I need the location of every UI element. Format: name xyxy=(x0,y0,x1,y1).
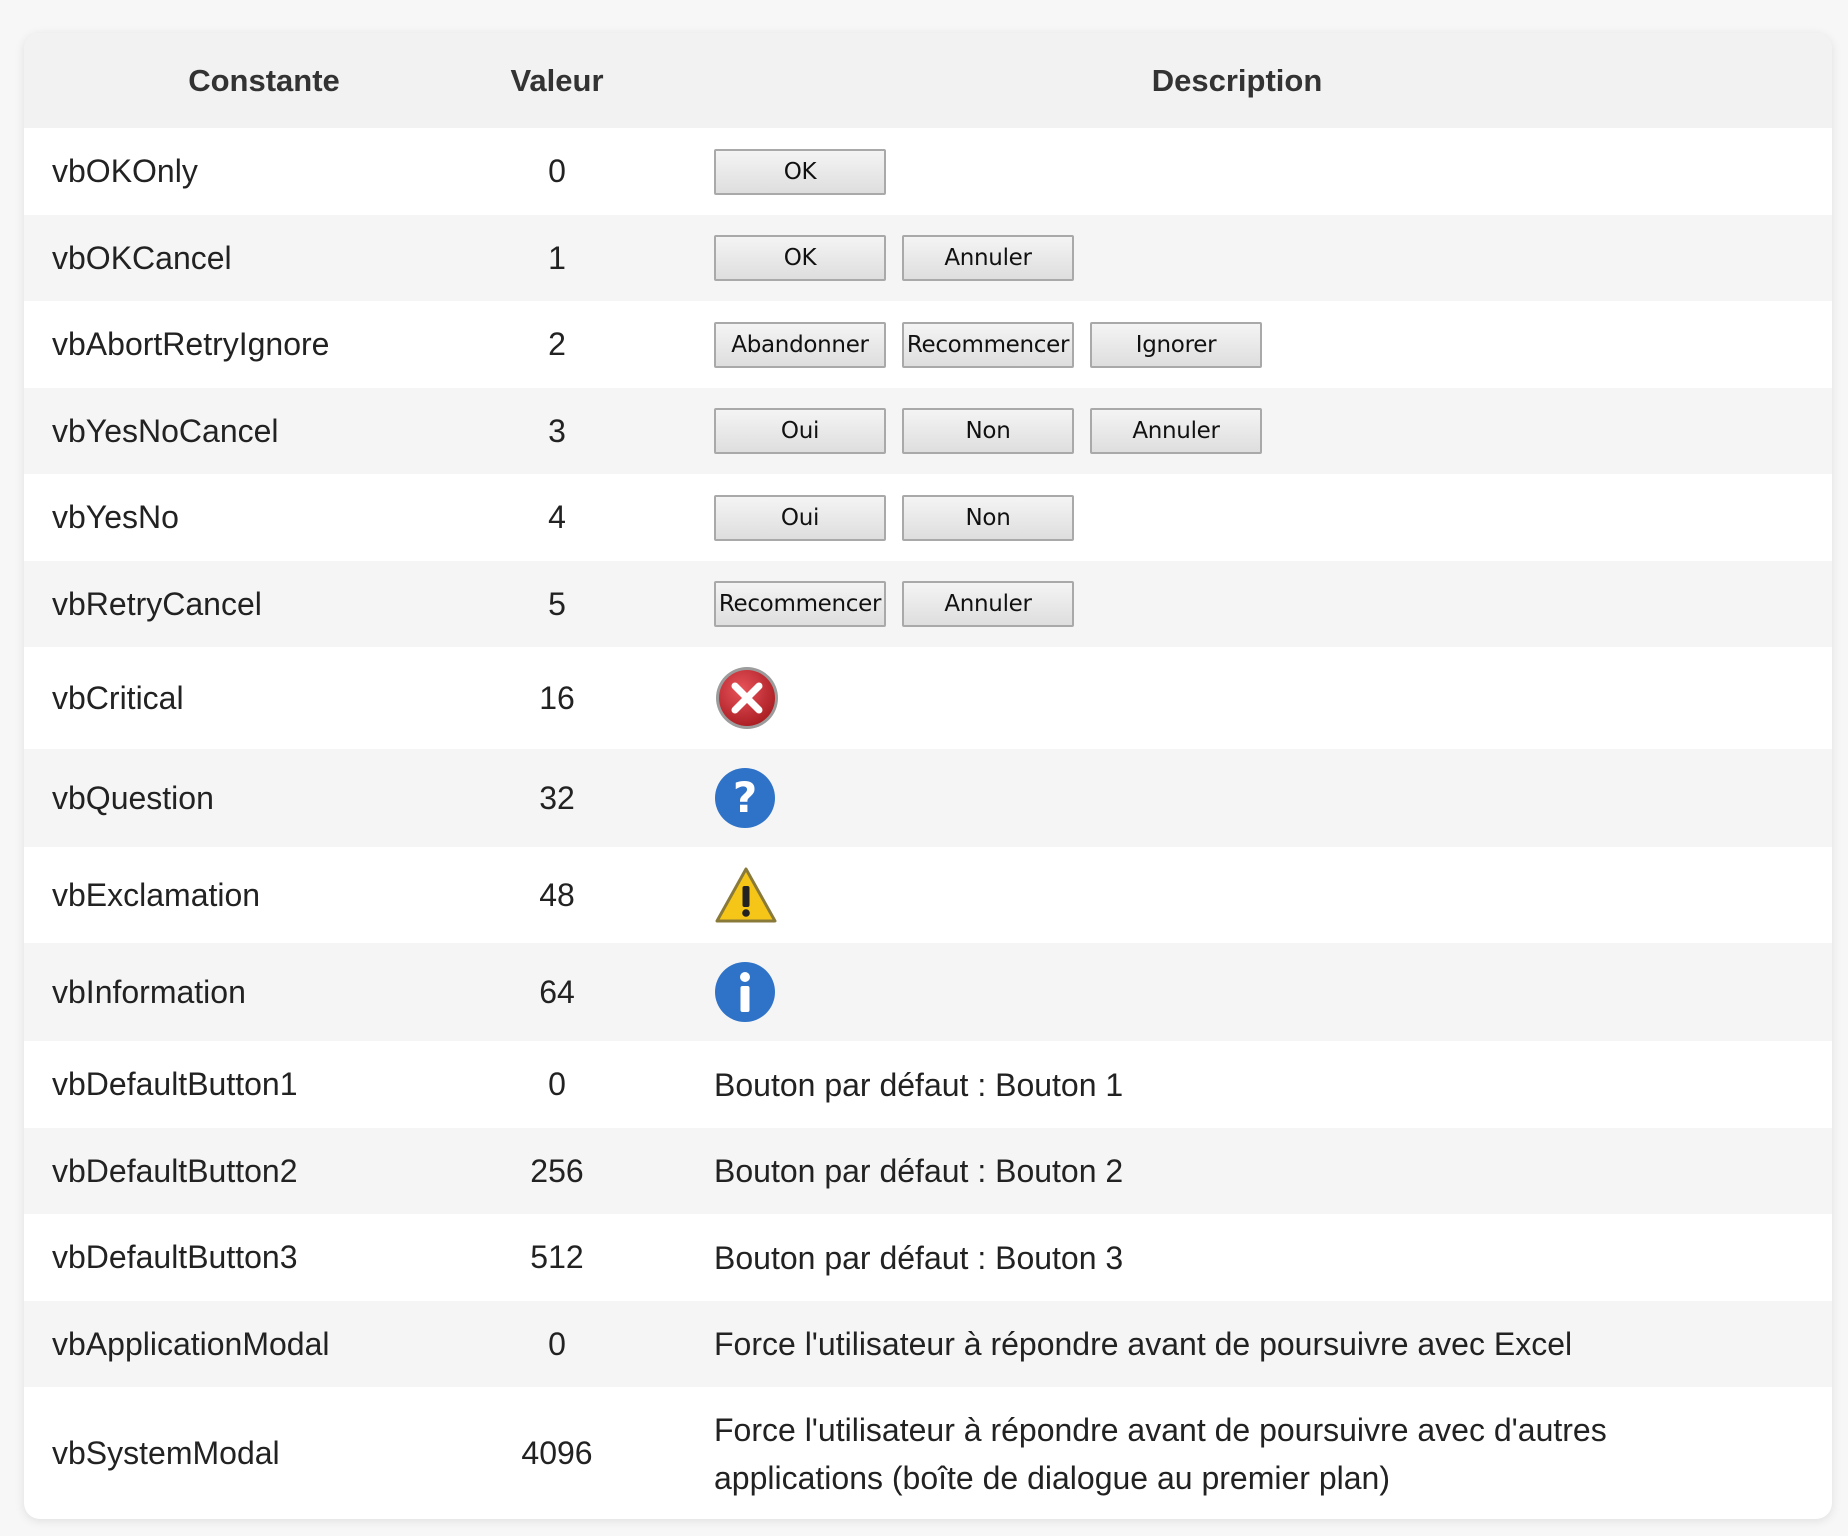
constant-value: 2 xyxy=(548,326,566,362)
table-row: vbDefaultButton1 0 Bouton par défaut : B… xyxy=(24,1041,1832,1128)
constant-value: 0 xyxy=(548,1066,566,1102)
constant-value: 0 xyxy=(548,153,566,189)
constant-name: vbRetryCancel xyxy=(52,585,262,622)
constant-value: 4 xyxy=(548,499,566,535)
table-row: vbCritical 16 xyxy=(24,647,1832,749)
constant-name: vbOKOnly xyxy=(52,153,198,189)
constant-name: vbCritical xyxy=(52,679,184,716)
table-row: vbApplicationModal 0 Force l'utilisateur… xyxy=(24,1301,1832,1387)
constants-table: Constante Valeur Description vbOKOnly 0 … xyxy=(24,33,1832,1519)
header-value: Valeur xyxy=(510,62,604,98)
table-row: vbYesNo 4 Oui Non xyxy=(24,474,1832,561)
constant-value: 32 xyxy=(539,779,575,816)
table-row: vbExclamation 48 xyxy=(24,847,1832,943)
cancel-button: Annuler xyxy=(902,235,1074,281)
table-row: vbDefaultButton3 512 Bouton par défaut :… xyxy=(24,1214,1832,1301)
description: Force l'utilisateur à répondre avant de … xyxy=(714,1326,1573,1362)
cancel-button: Annuler xyxy=(1090,408,1262,454)
constant-name: vbApplicationModal xyxy=(52,1325,330,1362)
warning-icon xyxy=(715,867,777,923)
constant-name: vbDefaultButton3 xyxy=(52,1239,298,1275)
table-row: vbDefaultButton2 256 Bouton par défaut :… xyxy=(24,1128,1832,1214)
constant-value: 64 xyxy=(539,973,575,1010)
table-row: vbOKCancel 1 OK Annuler xyxy=(24,215,1832,301)
critical-error-icon xyxy=(716,667,778,729)
description: Bouton par défaut : Bouton 2 xyxy=(714,1153,1124,1189)
description: Bouton par défaut : Bouton 3 xyxy=(714,1239,1124,1276)
constant-value: 512 xyxy=(530,1239,584,1275)
header-description: Description xyxy=(1151,62,1323,98)
constant-name: vbSystemModal xyxy=(52,1435,280,1471)
constant-name: vbExclamation xyxy=(52,876,261,913)
retry-button: Recommencer xyxy=(902,321,1074,368)
ignore-button: Ignorer xyxy=(1090,321,1262,368)
yes-button: Oui xyxy=(714,408,886,454)
table-header: Constante Valeur Description xyxy=(24,33,1832,128)
constant-value: 5 xyxy=(548,585,566,622)
constant-value: 3 xyxy=(548,412,566,449)
table-row: vbQuestion 32 ? xyxy=(24,749,1832,847)
table-row: vbAbortRetryIgnore 2 Abandonner Recommen… xyxy=(24,301,1832,388)
constant-value: 16 xyxy=(539,679,575,716)
constant-name: vbDefaultButton2 xyxy=(52,1152,298,1189)
constant-name: vbAbortRetryIgnore xyxy=(52,326,330,362)
constant-value: 1 xyxy=(548,239,566,276)
no-button: Non xyxy=(902,408,1074,454)
table-row: vbRetryCancel 5 Recommencer Annuler xyxy=(24,561,1832,647)
ok-button: OK xyxy=(714,148,886,195)
question-icon: ? xyxy=(715,768,775,828)
constant-value: 4096 xyxy=(521,1435,593,1471)
description: Force l'utilisateur à répondre avant de … xyxy=(714,1411,1607,1496)
cancel-button: Annuler xyxy=(902,581,1074,627)
yes-button: Oui xyxy=(714,494,886,541)
constant-value: 256 xyxy=(530,1152,584,1189)
constant-name: vbYesNoCancel xyxy=(52,412,279,449)
constant-value: 0 xyxy=(548,1325,566,1362)
constant-name: vbYesNo xyxy=(52,499,179,535)
table-row: vbInformation 64 xyxy=(24,943,1832,1041)
ok-button: OK xyxy=(714,235,886,281)
description: Bouton par défaut : Bouton 1 xyxy=(714,1066,1124,1103)
svg-text:?: ? xyxy=(733,773,757,822)
information-icon xyxy=(715,962,775,1022)
abort-button: Abandonner xyxy=(714,321,886,368)
header-constant: Constante xyxy=(188,62,340,98)
retry-button: Recommencer xyxy=(714,581,886,627)
no-button: Non xyxy=(902,494,1074,541)
constant-name: vbDefaultButton1 xyxy=(52,1066,298,1102)
table-row: vbSystemModal 4096 Force l'utilisateur à… xyxy=(24,1387,1832,1519)
constant-name: vbQuestion xyxy=(52,779,214,816)
constant-value: 48 xyxy=(539,876,575,913)
table-row: vbOKOnly 0 OK xyxy=(24,128,1832,215)
constant-name: vbOKCancel xyxy=(52,239,232,276)
table-row: vbYesNoCancel 3 Oui Non Annuler xyxy=(24,388,1832,474)
constant-name: vbInformation xyxy=(52,973,246,1010)
